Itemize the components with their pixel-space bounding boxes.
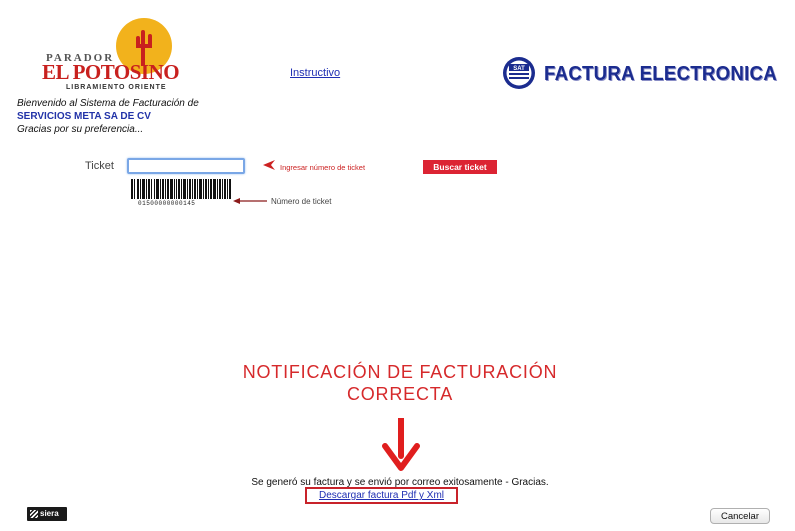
siera-mark-icon — [30, 510, 38, 518]
barcode-number-label: Número de ticket — [271, 197, 332, 206]
instructivo-link[interactable]: Instructivo — [290, 67, 340, 79]
siera-logo: siera — [27, 507, 67, 521]
barcode-image — [131, 179, 231, 199]
buscar-ticket-button[interactable]: Buscar ticket — [423, 160, 497, 174]
sat-badge-text: SAT — [513, 66, 525, 72]
notification-line-2: CORRECTA — [346, 384, 454, 404]
sat-seal-icon: SAT — [503, 57, 535, 89]
welcome-line: Bienvenido al Sistema de Facturación de — [17, 98, 199, 109]
billing-notification: NOTIFICACIÓN DE FACTURACIÓN CORRECTA — [200, 361, 600, 405]
arrow-left-icon — [233, 198, 267, 204]
parador-el-potosino-logo: PARADOR EL POTOSINO LIBRAMIENTO ORIENTE — [40, 18, 200, 91]
logo-subtitle: LIBRAMIENTO ORIENTE — [66, 84, 167, 91]
download-invoice-link[interactable]: Descargar factura Pdf y Xml — [305, 490, 458, 501]
logo-brand: EL POTOSINO — [42, 60, 180, 84]
cancel-button[interactable]: Cancelar — [710, 508, 770, 524]
arrow-left-icon — [263, 160, 275, 170]
factura-electronica-title: FACTURA ELECTRONICA — [544, 63, 777, 85]
arrow-down-icon — [382, 418, 420, 471]
ticket-hint: Ingresar número de ticket — [280, 163, 366, 172]
ticket-input[interactable] — [127, 158, 245, 174]
company-name: SERVICIOS META SA DE CV — [17, 111, 151, 122]
welcome-block: Bienvenido al Sistema de Facturación de … — [17, 97, 199, 136]
barcode-number: 01500000000145 — [138, 200, 196, 207]
thanks-line: Gracias por su preferencia... — [17, 124, 144, 135]
siera-logo-text: siera — [40, 509, 59, 518]
ticket-label: Ticket — [85, 160, 114, 172]
notification-line-1: NOTIFICACIÓN DE FACTURACIÓN — [242, 362, 558, 382]
